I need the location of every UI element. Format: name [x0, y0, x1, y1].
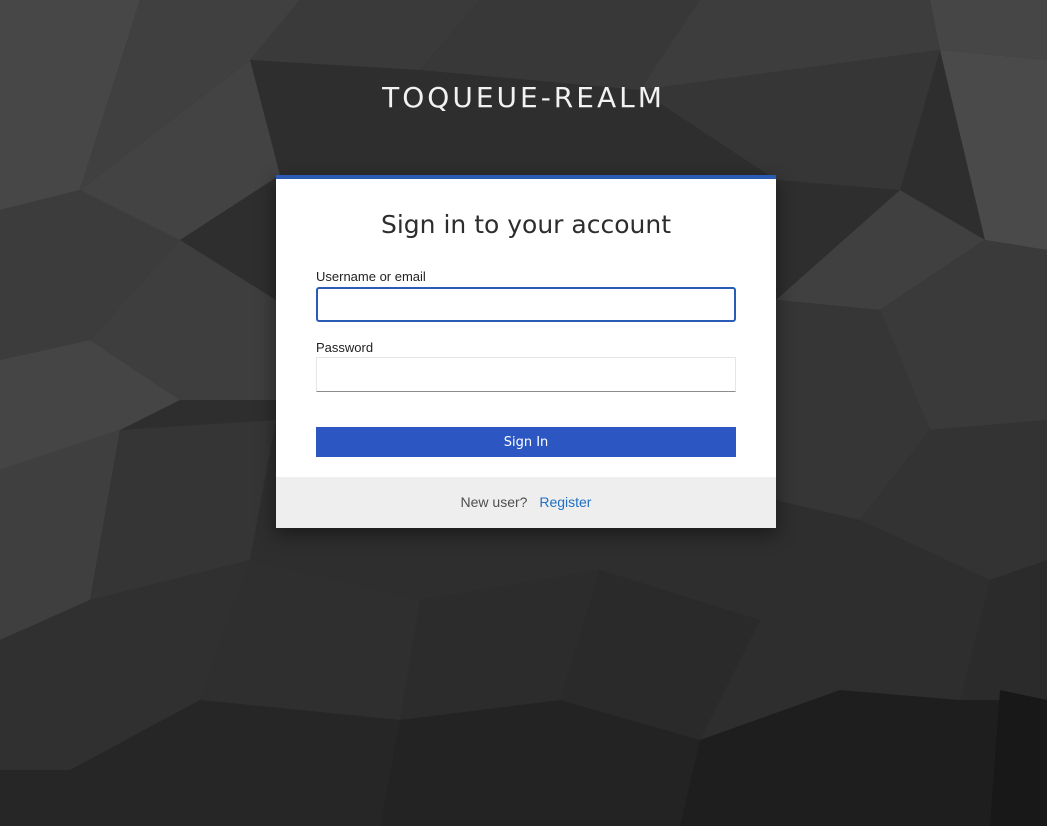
- password-label: Password: [316, 340, 374, 355]
- username-label: Username or email: [316, 269, 426, 284]
- new-user-text: New user?: [460, 494, 528, 510]
- login-card: Sign in to your account Username or emai…: [276, 175, 776, 528]
- username-input[interactable]: [316, 287, 736, 322]
- registration-footer: New user? Register: [276, 477, 776, 528]
- password-input[interactable]: [316, 357, 736, 392]
- page-title: Sign in to your account: [380, 210, 671, 239]
- sign-in-button[interactable]: Sign In: [316, 427, 736, 457]
- realm-title: TOQUEUE-REALM: [382, 81, 665, 114]
- register-link[interactable]: Register: [539, 494, 591, 510]
